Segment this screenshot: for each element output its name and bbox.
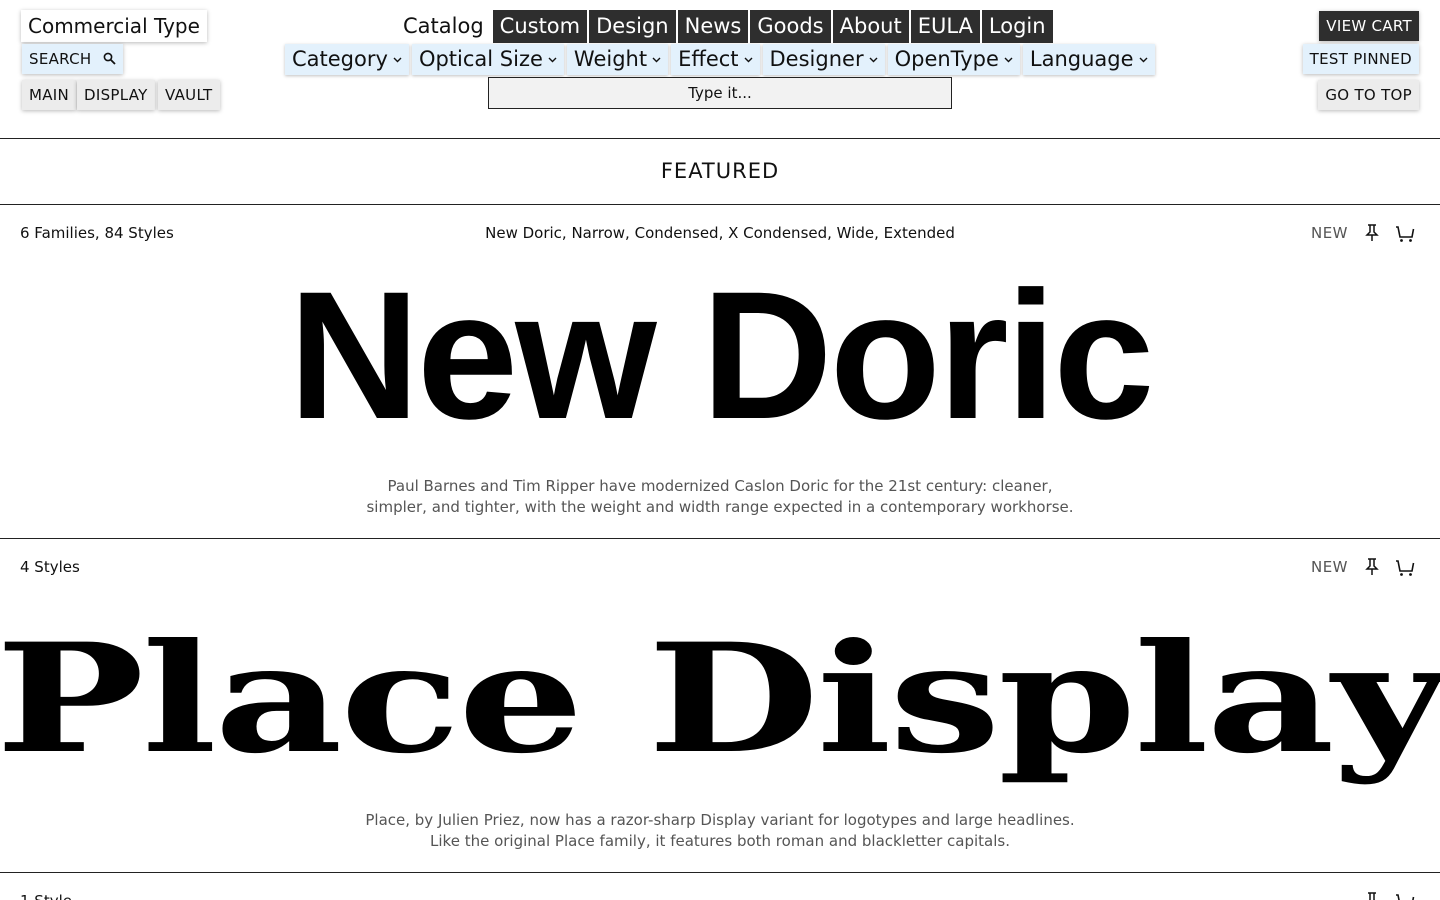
family-description-line-1: Paul Barnes and Tim Ripper have moderniz… (387, 477, 1053, 495)
cart-icon[interactable] (1395, 559, 1415, 577)
main-nav: Catalog Custom Design News Goods About E… (396, 10, 1053, 43)
family-description-line-2: simpler, and tighter, with the weight an… (366, 498, 1074, 516)
font-specimen[interactable]: New Doric (0, 264, 1440, 446)
tab-news[interactable]: News (677, 10, 749, 43)
filter-label: Category (292, 47, 388, 71)
family-card-new-doric[interactable]: 6 Families, 84 Styles New Doric, Narrow,… (0, 205, 1440, 539)
collection-vault-button[interactable]: VAULT (158, 80, 220, 110)
pin-icon[interactable] (1364, 224, 1380, 242)
filter-language[interactable]: Language (1022, 44, 1155, 75)
cart-icon[interactable] (1395, 225, 1415, 243)
family-members: New Doric, Narrow, Condensed, X Condense… (485, 224, 955, 242)
family-description-line-1: Place, by Julien Priez, now has a razor-… (365, 811, 1075, 829)
filter-weight[interactable]: Weight (566, 44, 669, 75)
style-count: 1 Style (20, 892, 72, 900)
filter-label: Designer (769, 47, 864, 71)
chevron-down-icon (652, 57, 661, 62)
pin-icon[interactable] (1364, 558, 1380, 576)
filter-category[interactable]: Category (285, 44, 409, 75)
search-button[interactable]: SEARCH (22, 44, 123, 74)
tab-about[interactable]: About (832, 10, 909, 43)
filter-opentype[interactable]: OpenType (887, 44, 1020, 75)
style-count: 4 Styles (20, 558, 80, 576)
filter-bar: Category Optical Size Weight Effect Desi… (285, 44, 1155, 75)
filter-label: Effect (678, 47, 739, 71)
chevron-down-icon (1139, 57, 1148, 62)
font-specimen[interactable]: Place Display (0, 619, 1440, 779)
filter-label: OpenType (894, 47, 999, 71)
family-card-partial[interactable]: 1 Style (0, 873, 1440, 900)
tab-custom[interactable]: Custom (492, 10, 588, 43)
filter-optical-size[interactable]: Optical Size (411, 44, 564, 75)
search-icon (103, 45, 116, 75)
tab-eula[interactable]: EULA (910, 10, 980, 43)
chevron-down-icon (548, 57, 557, 62)
type-tester-input[interactable] (488, 77, 952, 109)
view-cart-button[interactable]: VIEW CART (1319, 11, 1419, 41)
new-badge: NEW (1310, 558, 1348, 576)
new-badge: NEW (1310, 224, 1348, 242)
filter-label: Optical Size (418, 47, 543, 71)
tab-catalog[interactable]: Catalog (396, 10, 491, 43)
chevron-down-icon (1004, 57, 1013, 62)
filter-label: Weight (573, 47, 648, 71)
pin-icon[interactable] (1364, 892, 1380, 900)
filter-label: Language (1029, 47, 1134, 71)
site-header: Commercial Type SEARCH MAIN DISPLAY VAUL… (0, 0, 1440, 139)
family-description-line-2: Like the original Place family, it featu… (430, 832, 1010, 850)
cart-icon[interactable] (1395, 893, 1415, 900)
test-pinned-button[interactable]: TEST PINNED (1302, 44, 1419, 74)
tab-goods[interactable]: Goods (750, 10, 831, 43)
chevron-down-icon (869, 57, 878, 62)
go-to-top-button[interactable]: GO TO TOP (1318, 80, 1419, 110)
tab-login[interactable]: Login (981, 10, 1053, 43)
tab-design[interactable]: Design (589, 10, 676, 43)
section-title-featured: FEATURED (0, 139, 1440, 205)
collection-display-button[interactable]: DISPLAY (77, 80, 155, 110)
search-label: SEARCH (29, 50, 92, 68)
collection-main-button[interactable]: MAIN (22, 80, 77, 110)
filter-effect[interactable]: Effect (671, 44, 760, 75)
filter-designer[interactable]: Designer (762, 44, 885, 75)
chevron-down-icon (393, 57, 402, 62)
brand-logo[interactable]: Commercial Type (21, 10, 207, 42)
family-card-place-display[interactable]: 4 Styles NEW Place Display Place, by Jul… (0, 539, 1440, 873)
chevron-down-icon (744, 57, 753, 62)
